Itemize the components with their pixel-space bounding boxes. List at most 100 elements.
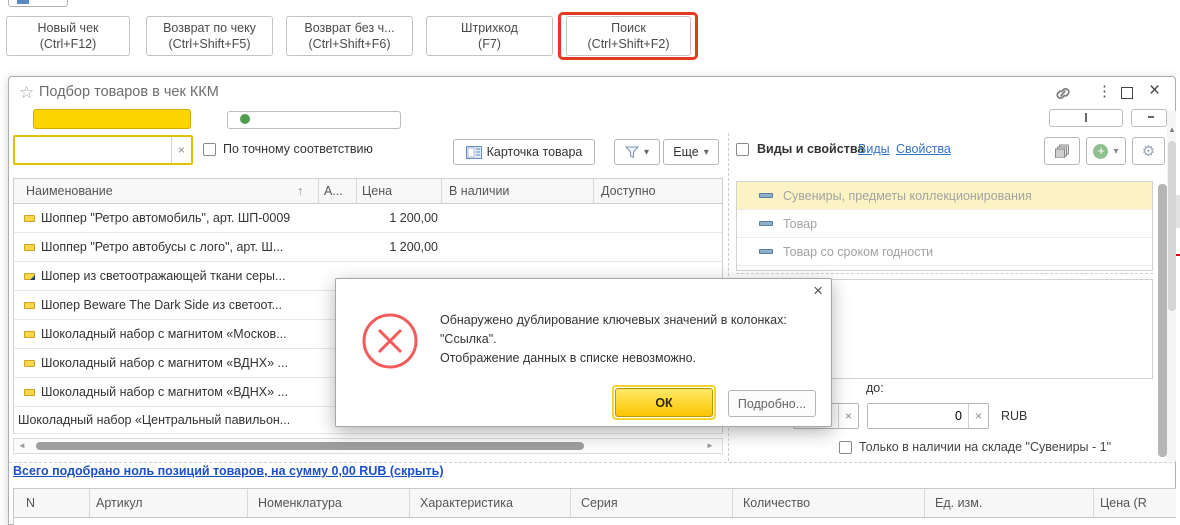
cart-col-series: Серия xyxy=(581,496,618,510)
scroll-left-icon[interactable]: ◄ xyxy=(18,441,26,450)
dashed-separator xyxy=(9,462,1177,463)
dropdown-arrow-icon: ▾ xyxy=(1113,146,1118,157)
table-row[interactable]: Шоппер "Ретро автобусы с лого", арт. Ш..… xyxy=(13,233,723,262)
cart-col-price: Цена (R xyxy=(1100,496,1147,510)
products-hscrollbar[interactable]: ◄ ► xyxy=(13,438,723,454)
col-price: Цена xyxy=(362,184,392,198)
price-to-field-wrap: × xyxy=(867,403,989,429)
product-variant-icon xyxy=(24,273,35,280)
cart-col-n: N xyxy=(26,496,35,510)
details-button[interactable]: Подробно... xyxy=(728,390,816,417)
exact-match-checkbox[interactable] xyxy=(203,143,216,156)
list-item[interactable]: Товар со сроком годности xyxy=(737,238,1152,266)
search-button[interactable]: Поиск(Ctrl+Shift+F2) xyxy=(566,16,691,56)
price-to-label: до: xyxy=(866,381,884,395)
clipped-green-icon xyxy=(240,114,250,124)
summary-link[interactable]: Всего подобрано ноль позиций товаров, на… xyxy=(13,464,444,478)
background-window-sliver xyxy=(1176,76,1180,525)
filter-button[interactable]: ▾ xyxy=(614,139,660,165)
type-dash-icon xyxy=(759,249,773,254)
search-clear-icon[interactable]: × xyxy=(171,137,191,163)
copy-icon xyxy=(1055,144,1070,158)
ok-button[interactable]: ОК xyxy=(615,388,713,417)
kebab-menu-icon[interactable]: ⋮ xyxy=(1097,82,1112,100)
scroll-right-icon[interactable]: ► xyxy=(706,441,714,450)
stock-only-label: Только в наличии на складе "Сувениры - 1… xyxy=(859,440,1111,454)
product-item-icon xyxy=(24,389,35,396)
clipped-right-button-1[interactable] xyxy=(1049,109,1123,127)
maximize-icon[interactable] xyxy=(1121,87,1133,99)
error-dialog: × Обнаружено дублирование ключевых значе… xyxy=(335,278,832,427)
cart-col-nomenclature: Номенклатура xyxy=(258,496,342,510)
types-checkbox[interactable] xyxy=(736,143,749,156)
close-icon[interactable]: × xyxy=(1149,80,1160,102)
dropdown-arrow-icon: ▾ xyxy=(644,147,649,158)
add-icon: + xyxy=(1093,144,1108,159)
add-button[interactable]: + ▾ xyxy=(1086,137,1126,165)
ok-button-focus-ring: ОК xyxy=(612,385,716,420)
col-a: А... xyxy=(324,184,343,198)
currency-label: RUB xyxy=(1001,409,1027,423)
product-card-icon xyxy=(466,146,482,159)
types-list: Сувениры, предметы коллекционирования То… xyxy=(736,181,1153,271)
price-to-input[interactable] xyxy=(868,404,968,428)
clear-icon[interactable]: × xyxy=(838,404,858,428)
error-message-line2: "Ссылка". xyxy=(440,330,820,349)
product-item-icon xyxy=(24,244,35,251)
list-item-selected[interactable]: Сувениры, предметы коллекционирования xyxy=(737,182,1152,210)
clipped-yellow-action-button[interactable] xyxy=(33,109,191,129)
dashed-separator xyxy=(736,273,1153,274)
clipped-secondary-action-button[interactable] xyxy=(227,111,401,129)
product-item-icon xyxy=(24,302,35,309)
scroll-up-icon[interactable]: ▲ xyxy=(1168,125,1176,134)
col-available: Доступно xyxy=(601,184,656,198)
cart-table-header[interactable]: N Артикул Номенклатура Характеристика Се… xyxy=(13,488,1177,518)
table-row[interactable]: Шоппер "Ретро автомобиль", арт. ШП-0009 … xyxy=(13,204,723,233)
error-message-line1: Обнаружено дублирование ключевых значени… xyxy=(440,311,820,330)
product-item-icon xyxy=(24,215,35,222)
clipped-toolbar-button[interactable] xyxy=(8,0,68,7)
cart-col-characteristic: Характеристика xyxy=(420,496,513,510)
type-dash-icon xyxy=(759,221,773,226)
error-icon xyxy=(360,311,420,371)
products-table-header[interactable]: Наименование ↑ А... Цена В наличии Досту… xyxy=(13,178,723,204)
type-dash-icon xyxy=(759,193,773,198)
return-by-receipt-button[interactable]: Возврат по чеку(Ctrl+Shift+F5) xyxy=(146,16,273,56)
copy-button[interactable] xyxy=(1044,137,1080,165)
panel-vscroll-thumb[interactable] xyxy=(1158,184,1167,457)
product-item-icon xyxy=(24,331,35,338)
product-card-label: Карточка товара xyxy=(487,145,583,159)
required-field-marker xyxy=(1176,254,1180,256)
search-input[interactable] xyxy=(15,137,171,163)
dropdown-arrow-icon: ▾ xyxy=(704,147,709,158)
barcode-button[interactable]: Штрихкод(F7) xyxy=(426,16,553,56)
settings-button[interactable]: ⚙ xyxy=(1132,137,1165,165)
error-message-line3: Отображение данных в списке невозможно. xyxy=(440,349,820,368)
vscroll-thumb[interactable] xyxy=(1168,141,1176,311)
sort-asc-icon: ↑ xyxy=(297,184,303,198)
stock-only-checkbox[interactable] xyxy=(839,441,852,454)
col-name: Наименование xyxy=(26,184,113,198)
gear-icon: ⚙ xyxy=(1142,142,1155,160)
hscroll-thumb[interactable] xyxy=(36,442,584,450)
favorite-star-icon[interactable]: ☆ xyxy=(19,83,34,103)
product-card-button[interactable]: Карточка товара xyxy=(453,139,595,165)
more-button[interactable]: Еще ▾ xyxy=(663,139,719,165)
new-receipt-button[interactable]: Новый чек(Ctrl+F12) xyxy=(6,16,130,56)
col-instock: В наличии xyxy=(449,184,509,198)
clear-icon[interactable]: × xyxy=(968,404,988,428)
types-link[interactable]: Виды xyxy=(858,142,890,156)
list-item[interactable]: Товар xyxy=(737,210,1152,238)
dialog-close-icon[interactable]: × xyxy=(813,281,823,301)
clipped-button-icon xyxy=(17,0,29,4)
cart-col-quantity: Количество xyxy=(743,496,810,510)
properties-link[interactable]: Свойства xyxy=(896,142,951,156)
cart-col-article: Артикул xyxy=(96,496,143,510)
filter-icon xyxy=(625,146,639,159)
clipped-right-button-2[interactable] xyxy=(1131,109,1167,127)
return-without-receipt-button[interactable]: Возврат без ч...(Ctrl+Shift+F6) xyxy=(286,16,413,56)
types-panel-header: Виды и свойства xyxy=(757,142,864,156)
get-link-icon[interactable] xyxy=(1053,86,1073,104)
screen: Новый чек(Ctrl+F12) Возврат по чеку(Ctrl… xyxy=(0,0,1180,525)
exact-match-label: По точному соответствию xyxy=(223,142,373,156)
